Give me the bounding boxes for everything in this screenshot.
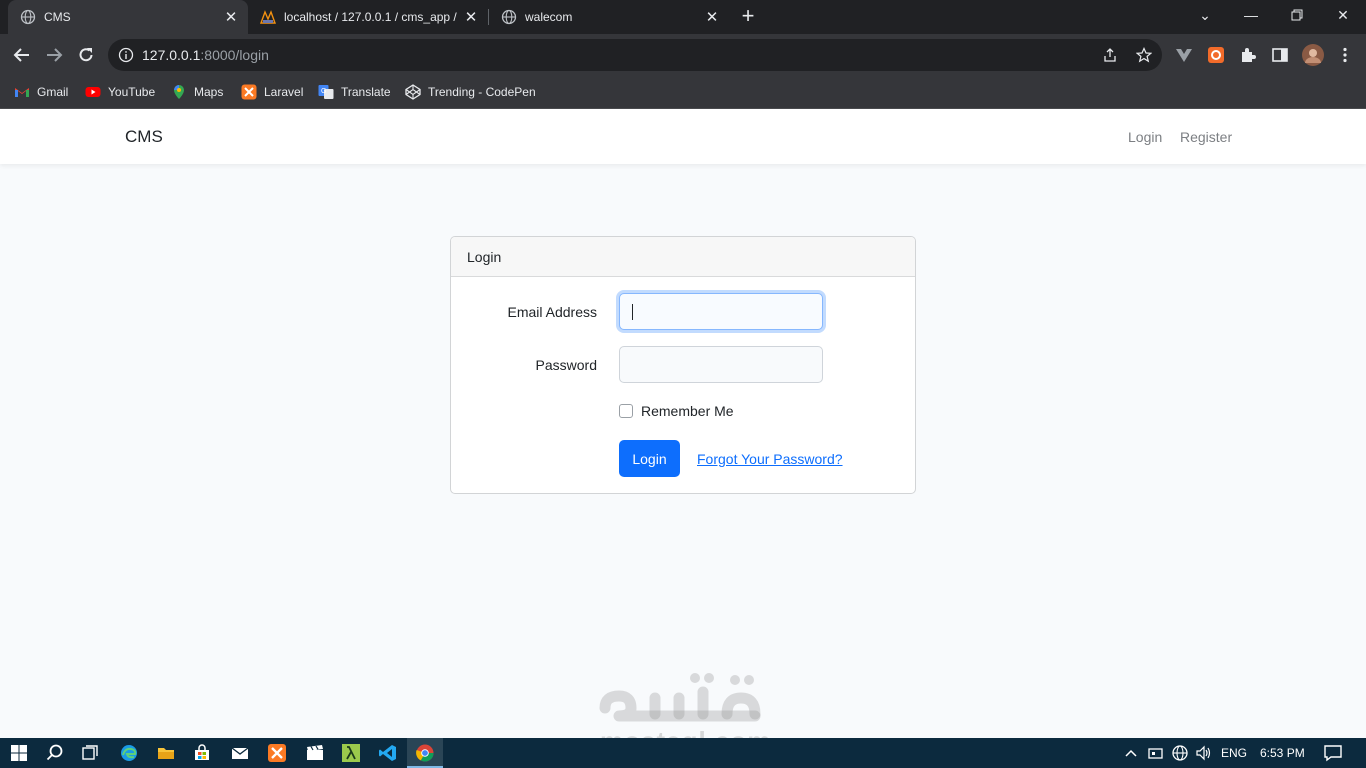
device-icon[interactable] (1147, 743, 1165, 763)
store-icon[interactable] (192, 743, 212, 763)
tab-walecom[interactable]: walecom ✕ (489, 0, 729, 34)
bookmark-codepen[interactable]: Trending - CodePen (405, 82, 536, 102)
notifications-icon[interactable] (1323, 743, 1343, 763)
bookmark-label: YouTube (108, 85, 156, 99)
mail-icon[interactable] (230, 743, 250, 763)
clock[interactable]: 6:53 PM (1260, 746, 1305, 760)
bookmark-star-icon[interactable] (1136, 47, 1152, 63)
edge-icon[interactable] (119, 743, 139, 763)
share-icon[interactable] (1102, 47, 1118, 63)
url-text: 127.0.0.1:8000/login (142, 47, 269, 63)
task-view-icon[interactable] (80, 743, 100, 763)
bookmark-gmail[interactable]: Gmail (14, 82, 68, 102)
windows-taskbar: ENG 6:53 PM (0, 738, 1366, 768)
close-window-icon[interactable]: ✕ (1320, 0, 1366, 30)
close-tab-icon[interactable]: ✕ (462, 8, 480, 26)
brand-link[interactable]: CMS (125, 127, 163, 147)
bookmark-translate[interactable]: G Translate (318, 82, 391, 102)
minimize-icon[interactable]: — (1228, 0, 1274, 30)
close-tab-icon[interactable]: ✕ (703, 8, 721, 26)
text-caret (632, 304, 633, 320)
bookmark-label: Translate (341, 85, 391, 99)
phpmyadmin-icon (260, 10, 276, 24)
language-indicator[interactable]: ENG (1221, 746, 1247, 760)
nav-register-link[interactable]: Register (1180, 129, 1232, 145)
back-button[interactable] (9, 42, 35, 68)
email-label: Email Address (507, 304, 597, 320)
chrome-icon[interactable] (415, 743, 435, 763)
show-hidden-icons-chevron-icon[interactable] (1123, 743, 1139, 763)
login-button[interactable]: Login (619, 440, 680, 477)
xampp-icon (241, 84, 257, 100)
bookmark-maps[interactable]: Maps (171, 82, 223, 102)
extension-orange-icon[interactable] (1207, 46, 1225, 64)
browser-tabstrip: CMS ✕ localhost / 127.0.0.1 / cms_app / … (0, 0, 1366, 34)
card-header: Login (451, 237, 915, 277)
side-panel-icon[interactable] (1271, 46, 1289, 64)
vscode-icon[interactable] (378, 743, 398, 763)
app-navbar: CMS Login Register (0, 109, 1366, 164)
translate-icon: G (318, 85, 334, 99)
svg-text:G: G (321, 88, 326, 95)
browser-toolbar: 127.0.0.1:8000/login (0, 34, 1366, 76)
codepen-icon (405, 84, 421, 100)
extensions-puzzle-icon[interactable] (1239, 46, 1257, 64)
vue-devtools-icon[interactable] (1175, 46, 1193, 64)
bookmarks-bar: Gmail YouTube Maps Laravel G Translate T… (0, 76, 1366, 109)
email-field[interactable] (619, 293, 823, 330)
tab-title: CMS (44, 10, 71, 24)
globe-icon (20, 9, 36, 25)
video-editor-icon[interactable] (305, 743, 325, 763)
bookmark-label: Trending - CodePen (428, 85, 536, 99)
address-bar[interactable]: 127.0.0.1:8000/login (108, 39, 1162, 71)
youtube-icon (85, 87, 101, 97)
globe-icon (501, 9, 517, 25)
profile-avatar[interactable] (1302, 44, 1324, 66)
windows-start-icon[interactable] (9, 743, 29, 763)
login-card: Login Email Address Password Remember Me… (450, 236, 916, 494)
tab-cms[interactable]: CMS ✕ (8, 0, 248, 34)
bookmark-label: Gmail (37, 85, 69, 99)
close-tab-icon[interactable]: ✕ (222, 8, 240, 26)
back-arrow-icon (13, 48, 29, 62)
restore-icon[interactable] (1274, 0, 1320, 30)
mostaql-watermark-logo (599, 673, 761, 722)
bookmark-label: Maps (194, 85, 224, 99)
nav-login-link[interactable]: Login (1128, 129, 1162, 145)
volume-icon[interactable] (1195, 743, 1213, 763)
xampp-taskbar-icon[interactable] (267, 743, 287, 763)
lambda-app-icon[interactable] (341, 743, 361, 763)
forward-arrow-icon (47, 48, 63, 62)
gmail-icon (15, 88, 29, 97)
bookmark-label: Laravel (264, 85, 304, 99)
forward-button[interactable] (41, 42, 67, 68)
tab-title: localhost / 127.0.0.1 / cms_app / (284, 10, 457, 24)
password-field[interactable] (619, 346, 823, 383)
network-globe-icon[interactable] (1171, 743, 1189, 763)
file-explorer-icon[interactable] (156, 743, 176, 763)
new-tab-button[interactable]: + (737, 5, 759, 28)
search-icon[interactable] (45, 743, 65, 763)
site-info-icon[interactable] (118, 47, 134, 63)
password-label: Password (535, 357, 597, 373)
reload-icon (79, 48, 93, 62)
tab-title: walecom (525, 10, 573, 24)
tab-phpmyadmin[interactable]: localhost / 127.0.0.1 / cms_app / ✕ (248, 0, 488, 34)
remember-me-checkbox[interactable] (619, 404, 633, 418)
bookmark-laravel[interactable]: Laravel (241, 82, 303, 102)
chrome-menu-icon[interactable] (1336, 46, 1354, 64)
remember-me-label[interactable]: Remember Me (641, 403, 734, 419)
bookmark-youtube[interactable]: YouTube (85, 82, 155, 102)
maps-icon (174, 85, 184, 99)
reload-button[interactable] (73, 42, 99, 68)
forgot-password-link[interactable]: Forgot Your Password? (697, 451, 843, 467)
tab-search-chevron-icon[interactable]: ⌄ (1182, 0, 1228, 30)
